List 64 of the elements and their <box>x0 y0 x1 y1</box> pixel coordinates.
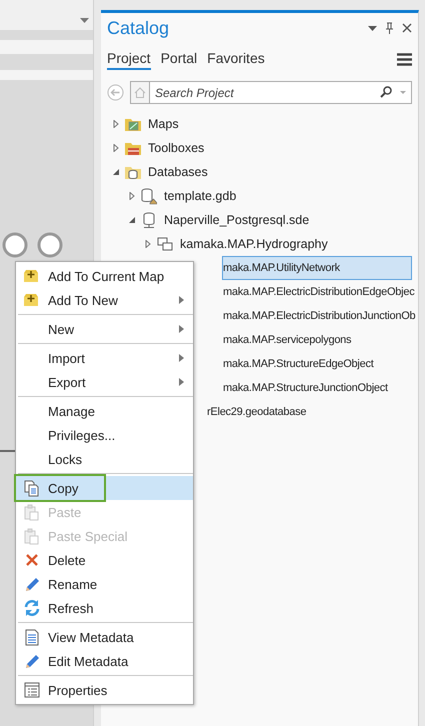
collapse-icon[interactable] <box>112 168 120 176</box>
tab[interactable]: Portal <box>160 48 198 70</box>
menu-item[interactable]: Rename <box>16 572 193 596</box>
tree-item[interactable]: maka.MAP.servicepolygons <box>222 328 412 352</box>
expand-icon[interactable] <box>144 240 152 248</box>
delete-icon <box>24 552 40 568</box>
pencil-icon <box>24 652 40 670</box>
expand-icon[interactable] <box>112 144 120 152</box>
tree-item[interactable]: maka.MAP.StructureJunctionObject <box>222 376 412 400</box>
menu-item[interactable]: Edit Metadata <box>16 649 193 673</box>
menu-item[interactable]: Add To Current Map <box>16 264 193 288</box>
tree-item[interactable]: maka.MAP.UtilityNetwork <box>222 256 412 280</box>
paste-icon <box>24 504 40 520</box>
pencil-icon <box>24 576 40 592</box>
submenu-arrow-icon <box>179 378 184 386</box>
tree-item[interactable]: Maps <box>123 112 412 136</box>
tree-item[interactable]: Databases <box>123 160 412 184</box>
tree-item[interactable]: Toolboxes <box>123 136 412 160</box>
menu-item[interactable]: Privileges... <box>16 423 193 447</box>
menu-item[interactable]: Locks <box>16 447 193 471</box>
menu-item[interactable]: Copy <box>16 476 193 500</box>
expand-icon[interactable] <box>112 120 120 128</box>
menu-item[interactable]: Refresh <box>16 596 193 620</box>
panel-title: Catalog <box>107 18 170 38</box>
home-icon <box>134 87 146 98</box>
database-icon <box>141 212 157 228</box>
tree-item[interactable]: Naperville_Postgresql.sde <box>139 208 412 232</box>
tab[interactable]: Favorites <box>207 48 265 70</box>
menu-item[interactable]: Properties <box>16 678 193 702</box>
pin-icon[interactable] <box>385 22 394 34</box>
menu-item[interactable]: Add To New <box>16 288 193 312</box>
dataset-icon <box>157 236 173 252</box>
menu-item[interactable]: Export <box>16 370 193 394</box>
search-field[interactable]: Search Project <box>149 81 412 104</box>
tree-item[interactable]: rElec29.geodatabase <box>206 400 412 424</box>
submenu-arrow-icon <box>179 354 184 362</box>
document-icon <box>24 628 40 646</box>
menu-item[interactable]: Delete <box>16 548 193 572</box>
expand-icon[interactable] <box>128 192 136 200</box>
copy-icon <box>24 480 40 496</box>
tab[interactable]: Project <box>107 48 151 70</box>
properties-icon <box>24 682 40 698</box>
close-icon[interactable] <box>402 23 412 33</box>
search-icon[interactable] <box>380 86 392 98</box>
tree-item[interactable]: kamaka.MAP.Hydrography <box>155 232 412 256</box>
menu-icon[interactable] <box>397 52 412 66</box>
caret-icon[interactable] <box>368 26 377 30</box>
submenu-arrow-icon <box>179 325 184 333</box>
paste-icon <box>24 528 40 544</box>
submenu-arrow-icon <box>179 296 184 304</box>
menu-item[interactable]: Import <box>16 346 193 370</box>
collapse-icon[interactable] <box>128 216 136 224</box>
database-icon <box>141 188 157 204</box>
refresh-icon <box>24 600 40 616</box>
menu-item[interactable]: New <box>16 317 193 341</box>
tree-item[interactable]: maka.MAP.ElectricDistributionEdgeObjec <box>222 280 420 304</box>
caret-icon[interactable] <box>80 18 89 23</box>
tree-item[interactable]: maka.MAP.StructureEdgeObject <box>222 352 412 376</box>
add-icon <box>24 292 40 308</box>
tree-item[interactable]: template.gdb <box>139 184 412 208</box>
add-icon <box>24 268 40 284</box>
menu-item[interactable]: View Metadata <box>16 625 193 649</box>
tree-item[interactable]: maka.MAP.ElectricDistributionJunctionOb <box>222 304 420 328</box>
menu-item[interactable]: Manage <box>16 399 193 423</box>
